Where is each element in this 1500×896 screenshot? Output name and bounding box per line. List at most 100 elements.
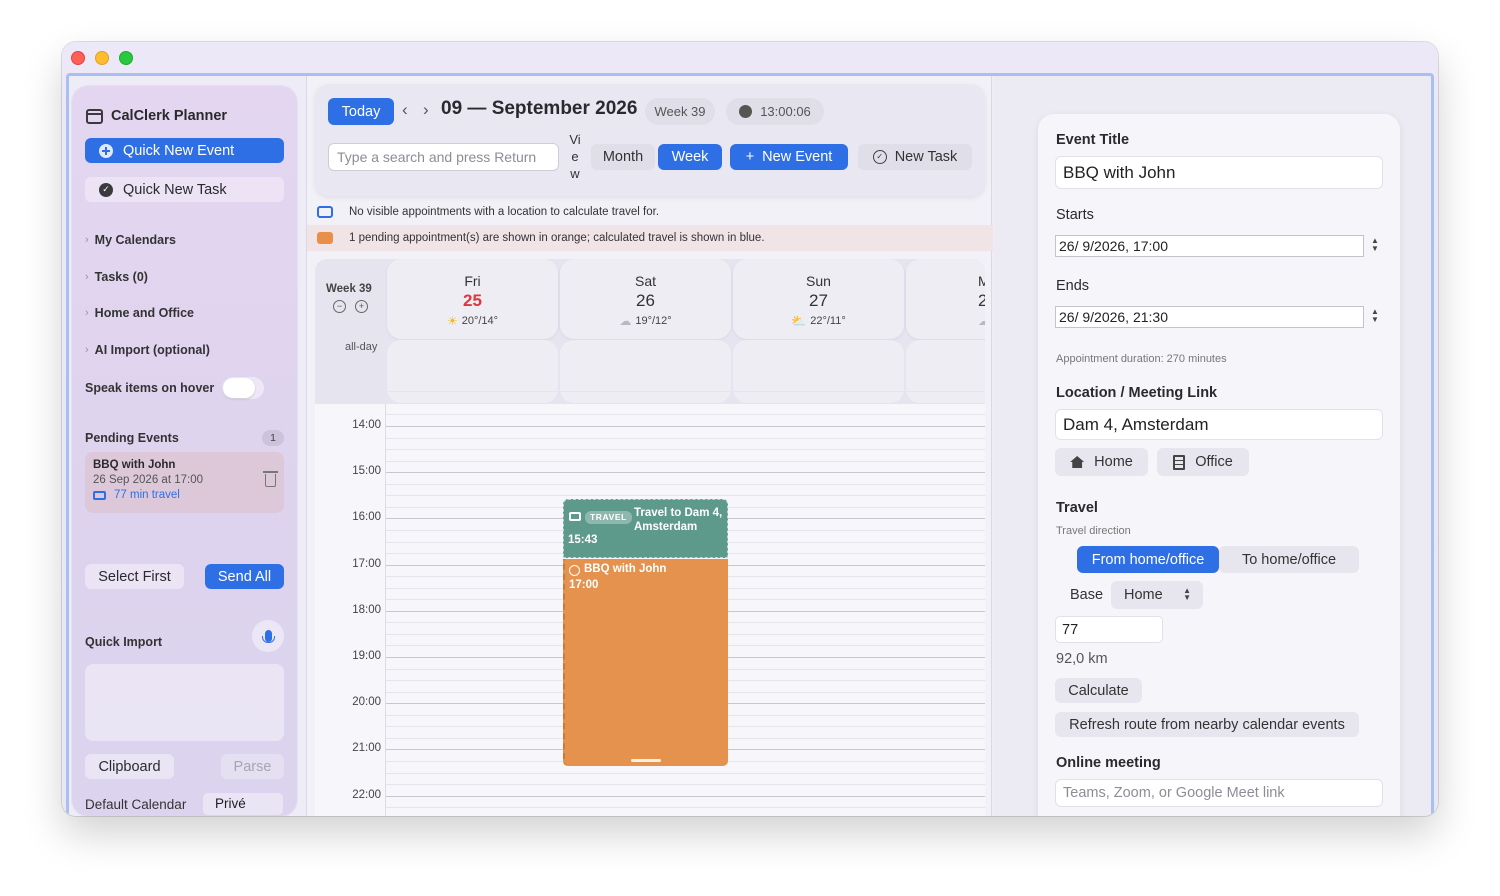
all-day-cell[interactable] [387, 340, 558, 403]
all-day-cell[interactable] [733, 340, 904, 403]
pending-events-label: Pending Events [85, 431, 179, 445]
trash-icon[interactable] [263, 471, 278, 487]
parse-button[interactable]: Parse [221, 754, 284, 779]
zoom-in-icon[interactable]: + [355, 300, 368, 313]
chevron-right-icon[interactable]: › [423, 100, 429, 120]
weather: ⛅ 22°/11° [791, 314, 846, 328]
microphone-button[interactable] [252, 620, 284, 652]
all-day-label: all-day [345, 341, 378, 353]
hour-line [386, 472, 985, 474]
hour-label: 16:00 [352, 511, 381, 524]
title-bar [62, 42, 1438, 74]
quick-new-event-button[interactable]: Quick New Event [85, 138, 284, 163]
day-header: Sat 26 ☁ 19°/12° [560, 259, 731, 339]
view-month-button[interactable]: Month [591, 144, 655, 170]
today-button[interactable]: Today [328, 98, 394, 125]
hour-line [386, 795, 985, 797]
starts-date-field[interactable]: 26/ 9/2026, 17:00 [1055, 235, 1364, 257]
event-title-field[interactable]: BBQ with John [1055, 156, 1383, 189]
quarter-hour-line [386, 391, 985, 393]
quarter-hour-line [386, 402, 985, 404]
building-icon [1173, 454, 1186, 470]
starts-stepper-icon[interactable]: ▲ ▼ [1369, 237, 1381, 255]
day-column-mon[interactable]: M 2 ☁ 2 [906, 259, 985, 403]
resize-handle[interactable] [631, 759, 661, 762]
day-column-fri[interactable]: Fri 25 ☀ 20°/14° [387, 259, 558, 403]
hour-label: 15:00 [352, 465, 381, 478]
weather: ☁ 19°/12° [619, 314, 672, 328]
speak-items-label: Speak items on hover [85, 381, 215, 395]
day-header: M 2 ☁ 2 [906, 259, 985, 339]
section-my-calendars[interactable]: › My Calendars [85, 233, 176, 247]
day-column-sat[interactable]: Sat 26 ☁ 19°/12° [560, 259, 731, 403]
quick-new-task-button[interactable]: ✓ Quick New Task [85, 177, 284, 202]
plus-circle-icon [99, 143, 113, 158]
ends-label: Ends [1056, 278, 1090, 294]
section-home-and-office[interactable]: › Home and Office [85, 306, 194, 320]
travel-minutes-field[interactable]: 77 [1055, 616, 1163, 643]
section-ai-import[interactable]: › AI Import (optional) [85, 343, 210, 357]
clipboard-button[interactable]: Clipboard [85, 754, 174, 779]
office-location-button[interactable]: Office [1157, 448, 1249, 476]
speak-items-toggle[interactable] [222, 377, 264, 399]
event-time: 17:00 [569, 579, 599, 591]
all-day-cell[interactable] [560, 340, 731, 403]
chevron-right-icon: › [85, 344, 89, 356]
week-grid: Week 39 − + all-day Fri 25 ☀ 20°/14° Sat… [315, 259, 985, 816]
quick-import-textarea[interactable] [85, 664, 284, 741]
pending-event-card[interactable]: BBQ with John 26 Sep 2026 at 17:00 77 mi… [85, 452, 284, 513]
chevron-left-icon[interactable]: ‹ [402, 100, 408, 120]
chevron-right-icon: › [85, 234, 89, 246]
weather: ☀ 20°/14° [446, 314, 499, 328]
location-field[interactable]: Dam 4, Amsterdam [1055, 409, 1383, 440]
date-title: 09 — September 2026 [441, 98, 638, 119]
from-home-office-segment[interactable]: From home/office [1077, 546, 1219, 573]
chevron-right-icon: › [85, 271, 89, 283]
quick-import-label: Quick Import [85, 635, 163, 649]
new-event-button[interactable]: + New Event [730, 144, 848, 170]
partly-cloudy-icon: ⛅ [791, 314, 807, 328]
day-column-sun[interactable]: Sun 27 ⛅ 22°/11° [733, 259, 904, 403]
travel-info-banner: No visible appointments with a location … [307, 199, 993, 225]
quarter-hour-line [386, 449, 985, 451]
to-home-office-segment[interactable]: To home/office [1219, 546, 1359, 573]
online-meeting-label: Online meeting [1056, 755, 1161, 771]
minimize-window-button[interactable] [95, 51, 109, 65]
send-all-button[interactable]: Send All [205, 564, 284, 589]
car-icon [93, 490, 106, 500]
cloud-icon: ☁ [978, 314, 985, 328]
home-location-button[interactable]: Home [1055, 448, 1148, 476]
online-meeting-field[interactable] [1055, 779, 1383, 807]
select-first-button[interactable]: Select First [85, 564, 184, 589]
pending-event-block[interactable]: BBQ with John 17:00 [563, 559, 728, 766]
zoom-out-icon[interactable]: − [333, 300, 346, 313]
day-header: Fri 25 ☀ 20°/14° [387, 259, 558, 339]
all-day-cell[interactable] [906, 340, 985, 403]
section-tasks[interactable]: › Tasks (0) [85, 270, 148, 284]
checkmark-circle-icon: ✓ [99, 182, 113, 197]
zoom-window-button[interactable] [119, 51, 133, 65]
calculate-button[interactable]: Calculate [1055, 678, 1142, 703]
clock-icon [739, 105, 753, 118]
ends-stepper-icon[interactable]: ▲ ▼ [1369, 308, 1381, 326]
pending-event-date: 26 Sep 2026 at 17:00 [93, 474, 203, 486]
sidebar: CalClerk Planner Quick New Event ✓ Quick… [72, 86, 297, 816]
close-window-button[interactable] [71, 51, 85, 65]
travel-direction-label: Travel direction [1056, 525, 1131, 537]
view-week-button[interactable]: Week [658, 144, 722, 170]
ends-date-field[interactable]: 26/ 9/2026, 21:30 [1055, 306, 1364, 328]
starts-label: Starts [1056, 207, 1094, 223]
calendar-icon [86, 108, 103, 124]
travel-event-block[interactable]: TRAVEL Travel to Dam 4, Amsterdam 15:43 [563, 499, 728, 558]
new-task-button[interactable]: ✓ New Task [858, 144, 972, 170]
base-select[interactable]: Home ▲ ▼ [1111, 581, 1203, 609]
default-calendar-select[interactable]: Privé [203, 793, 283, 815]
car-icon [569, 512, 581, 521]
window-content: CalClerk Planner Quick New Event ✓ Quick… [66, 73, 1434, 816]
today-date: 25 [463, 291, 482, 310]
weather: ☁ 2 [978, 314, 985, 328]
refresh-route-button[interactable]: Refresh route from nearby calendar event… [1055, 712, 1359, 737]
app-title: CalClerk Planner [86, 108, 227, 124]
travel-event-time: 15:43 [568, 534, 598, 546]
search-input[interactable] [328, 143, 559, 171]
